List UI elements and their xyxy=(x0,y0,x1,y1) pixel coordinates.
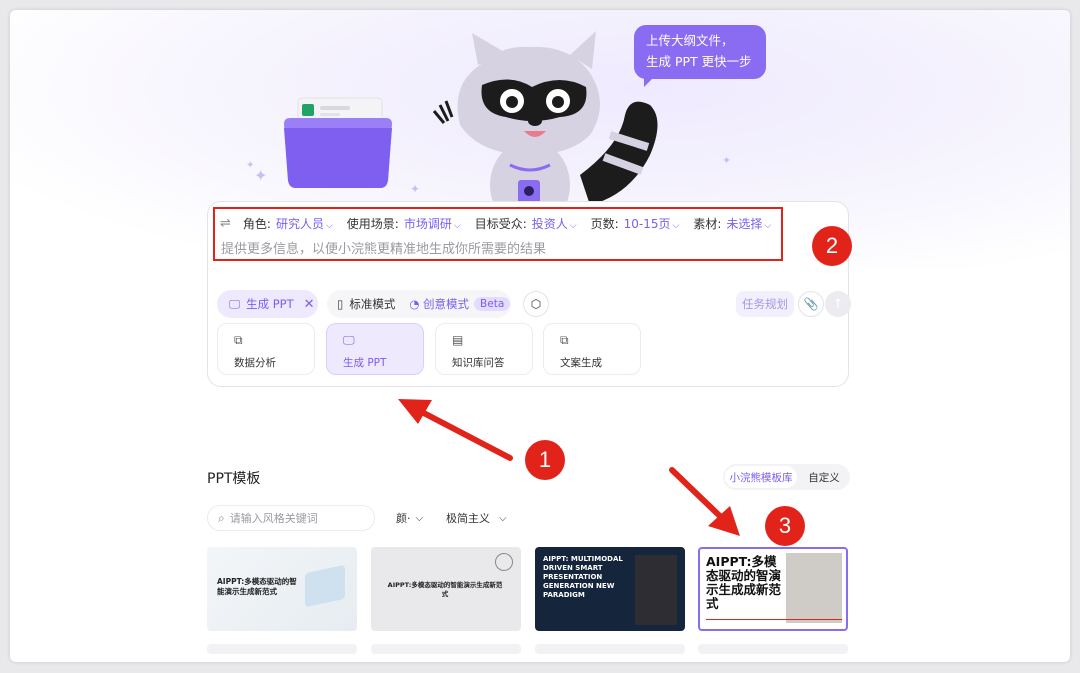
chevron-down-icon: ⌵ xyxy=(499,512,507,524)
tile-label: 知识库问答 xyxy=(452,357,505,369)
template-card-title: AIPPT:多模态驱动的智演示生成成新范式 xyxy=(706,554,782,611)
speech-line-1: 上传大纲文件， xyxy=(646,33,734,48)
template-card-selected[interactable]: AIPPT:多模态驱动的智演示生成成新范式 xyxy=(698,547,848,631)
template-card-title: AIPPT: MULTIMODAL DRIVEN SMART PRESENTAT… xyxy=(543,555,623,599)
style-filter-dropdown[interactable]: 极简主义 ⌵ xyxy=(446,505,507,531)
sparkle-icon: ✦ xyxy=(722,154,732,167)
chevron-down-icon: ⌵ xyxy=(415,512,424,524)
brain-icon: ◔ xyxy=(409,297,420,311)
template-card-partial[interactable] xyxy=(207,644,357,654)
ppt-chip-label: 生成 PPT xyxy=(246,297,294,311)
template-card-partial[interactable] xyxy=(371,644,521,654)
knowledge-icon: ▤ xyxy=(452,333,464,347)
isometric-illustration xyxy=(305,564,345,608)
template-card-title: AIPPT:多模态驱动的智能演示生成新范式 xyxy=(217,577,297,596)
template-card[interactable]: AIPPT:多模态驱动的智能演示生成新范式 xyxy=(207,547,357,631)
arrow-up-icon: ↑ xyxy=(832,296,844,312)
portrait-image xyxy=(635,555,677,625)
copywriting-icon: ⧉ xyxy=(560,333,569,347)
ppt-chip[interactable]: 🖵 生成 PPT ✕ xyxy=(217,290,318,318)
template-card[interactable]: AIPPT: MULTIMODAL DRIVEN SMART PRESENTAT… xyxy=(535,547,685,631)
speech-line-2: 生成 PPT 更快一步 xyxy=(646,54,752,69)
creative-mode-label: 创意模式 xyxy=(423,297,470,311)
search-icon: ⌕ xyxy=(218,510,225,525)
tile-label: 生成 PPT xyxy=(343,357,387,369)
search-placeholder: 请输入风格关键词 xyxy=(229,512,318,525)
template-source-switch: 小浣熊模板库 自定义 xyxy=(723,464,850,490)
template-card-partial[interactable] xyxy=(535,644,685,654)
sparkle-icon: ✦ xyxy=(410,182,421,196)
portrait-image xyxy=(786,553,842,623)
tile-generate-ppt[interactable]: 🖵 生成 PPT xyxy=(326,323,424,375)
style-filter-label: 极简主义 xyxy=(446,512,490,525)
segment-library[interactable]: 小浣熊模板库 xyxy=(725,466,797,488)
beta-badge: Beta xyxy=(474,297,511,311)
template-search-input[interactable]: ⌕ 请输入风格关键词 xyxy=(207,505,375,531)
sparkle-icon: ✦ xyxy=(246,160,255,171)
templates-title: PPT模板 xyxy=(207,471,261,487)
color-filter-label: 颜· xyxy=(396,512,411,525)
ppt-icon: 🖵 xyxy=(229,296,241,311)
send-button[interactable]: ↑ xyxy=(825,291,851,317)
task-plan-button[interactable]: 任务规划 xyxy=(736,291,794,317)
speech-bubble: 上传大纲文件， 生成 PPT 更快一步 xyxy=(634,25,766,87)
data-analysis-icon: ⧉ xyxy=(234,333,243,347)
tile-knowledge-qa[interactable]: ▤ 知识库问答 xyxy=(435,323,533,375)
ppt-icon: 🖵 xyxy=(343,333,355,347)
cube-icon[interactable]: ⬡ xyxy=(523,291,549,317)
tile-copywriting[interactable]: ⧉ 文案生成 xyxy=(543,323,641,375)
template-card-title: AIPPT:多模态驱动的智能演示生成新范式 xyxy=(387,581,503,598)
seal-stamp xyxy=(495,553,513,571)
segment-custom[interactable]: 自定义 xyxy=(801,466,847,488)
divider-line xyxy=(706,619,842,620)
document-icon: ▯ xyxy=(337,297,344,311)
tile-data-analysis[interactable]: ⧉ 数据分析 xyxy=(217,323,315,375)
annotation-highlight-box xyxy=(213,207,783,261)
mode-switch[interactable]: ▯ 标准模式 ◔ 创意模式 Beta xyxy=(327,290,511,318)
tile-label: 文案生成 xyxy=(560,357,602,369)
tile-label: 数据分析 xyxy=(234,357,276,369)
template-card-partial[interactable] xyxy=(698,644,848,654)
annotation-number-1: 1 xyxy=(525,440,565,480)
standard-mode-option[interactable]: 标准模式 xyxy=(349,296,395,312)
folder-illustration xyxy=(284,97,392,188)
sparkle-icon: ✦ xyxy=(254,166,268,185)
annotation-number-3: 3 xyxy=(765,506,805,546)
color-filter-dropdown[interactable]: 颜· ⌵ xyxy=(396,505,423,531)
annotation-number-2: 2 xyxy=(812,226,852,266)
close-icon[interactable]: ✕ xyxy=(304,297,315,312)
creative-mode-option[interactable]: ◔ 创意模式 xyxy=(409,296,469,312)
template-card[interactable]: AIPPT:多模态驱动的智能演示生成新范式 xyxy=(371,547,521,631)
paperclip-icon[interactable]: 📎 xyxy=(798,291,824,317)
